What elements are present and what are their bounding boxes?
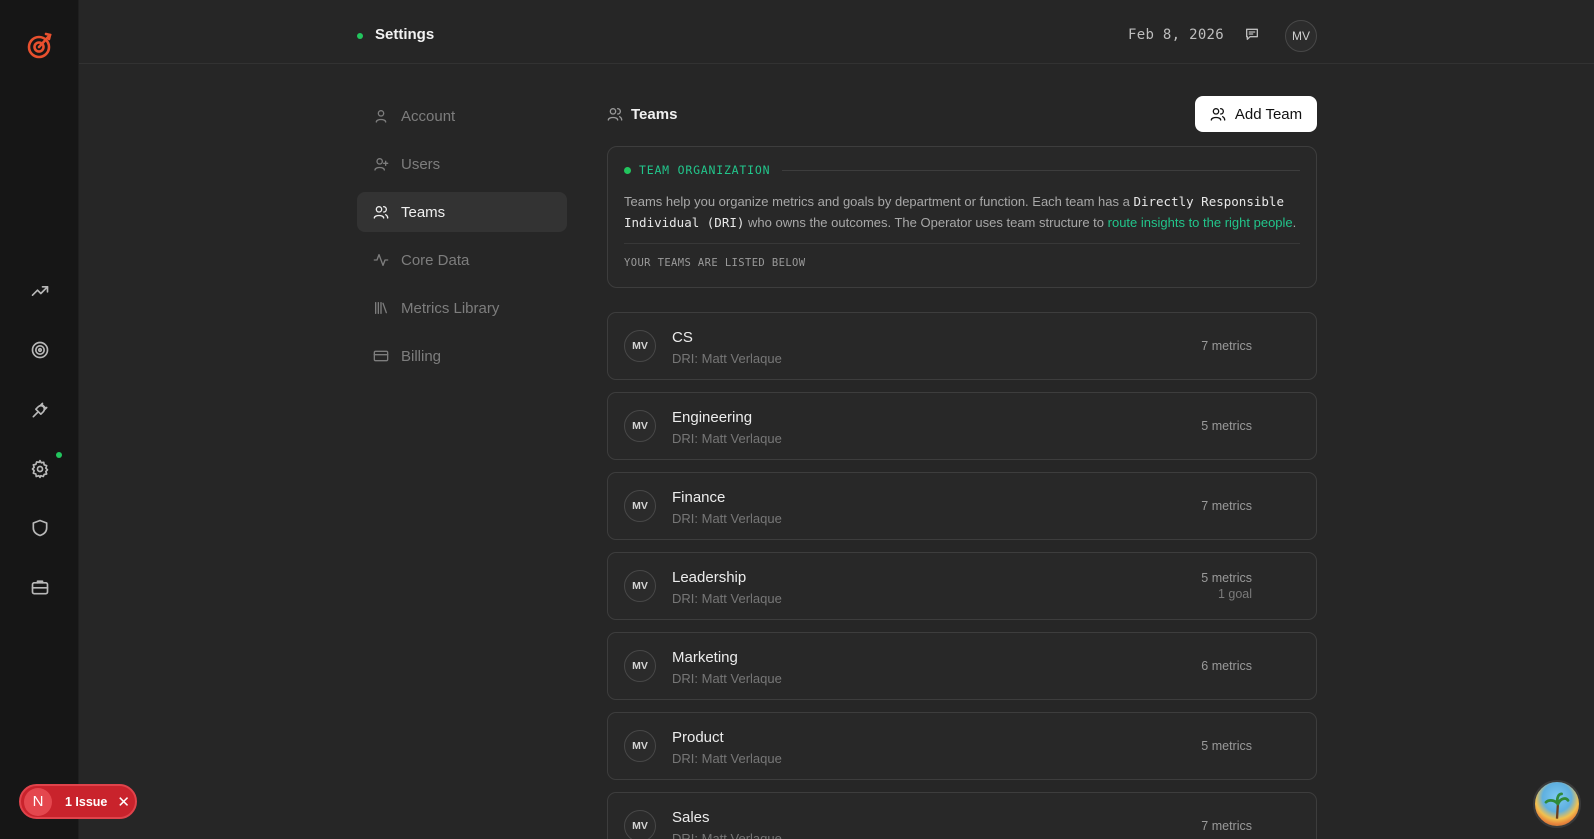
team-dri: DRI: Matt Verlaque xyxy=(672,831,782,839)
user-icon xyxy=(375,110,387,123)
team-metrics-count: 7 metrics xyxy=(1201,339,1252,353)
info-divider xyxy=(624,243,1300,244)
team-avatar: MV xyxy=(624,410,656,442)
status-dot xyxy=(357,33,363,39)
team-dri: DRI: Matt Verlaque xyxy=(672,751,782,766)
settings-nav-core-data[interactable]: Core Data xyxy=(357,240,567,280)
settings-nav: Account Users Teams Core Data Metrics Li… xyxy=(357,96,567,384)
teams-panel: Teams Add Team TEAM ORGANIZATION Teams h… xyxy=(607,96,1317,839)
settings-nav-metrics-library[interactable]: Metrics Library xyxy=(357,288,567,328)
settings-nav-label: Core Data xyxy=(401,251,470,269)
team-metrics-count: 7 metrics xyxy=(1201,499,1252,513)
team-name: Finance xyxy=(672,489,726,506)
settings-nav-label: Teams xyxy=(401,203,446,221)
team-goals-count: 1 goal xyxy=(1217,587,1252,601)
user-avatar[interactable]: MV xyxy=(1285,20,1317,52)
team-name: Sales xyxy=(672,809,710,826)
heading-rule xyxy=(782,169,1300,171)
add-team-button[interactable]: Add Team xyxy=(1195,96,1317,132)
issue-badge[interactable]: N 1 Issue ✕ xyxy=(19,784,137,819)
app-rail xyxy=(0,0,79,839)
team-avatar: MV xyxy=(624,730,656,762)
info-text-3: . xyxy=(1292,215,1297,230)
team-metrics-count: 7 metrics xyxy=(1201,819,1252,833)
team-row[interactable]: MV Leadership DRI: Matt Verlaque 5 metri… xyxy=(607,552,1317,620)
gear-icon[interactable] xyxy=(29,458,51,480)
target-logo-icon[interactable] xyxy=(26,30,54,60)
users-icon xyxy=(607,108,623,121)
issue-letter-icon: N xyxy=(24,787,52,816)
team-metrics-count: 5 metrics xyxy=(1201,571,1252,585)
settings-nav-label: Users xyxy=(401,155,441,173)
team-name: Leadership xyxy=(672,569,747,586)
credit-card-icon xyxy=(373,350,389,362)
settings-nav-label: Metrics Library xyxy=(401,299,500,317)
team-row[interactable]: MV Finance DRI: Matt Verlaque 7 metrics xyxy=(607,472,1317,540)
teams-list: MV CS DRI: Matt Verlaque 7 metrics MV En… xyxy=(607,312,1317,839)
settings-nav-billing[interactable]: Billing xyxy=(357,336,567,376)
team-avatar: MV xyxy=(624,810,656,839)
team-dri: DRI: Matt Verlaque xyxy=(672,591,782,606)
add-team-label: Add Team xyxy=(1234,105,1303,123)
team-row[interactable]: MV Sales DRI: Matt Verlaque 7 metrics xyxy=(607,792,1317,839)
team-row[interactable]: MV Marketing DRI: Matt Verlaque 6 metric… xyxy=(607,632,1317,700)
heading-dot xyxy=(624,166,631,174)
section-title: Teams xyxy=(631,105,678,123)
team-dri: DRI: Matt Verlaque xyxy=(672,511,782,526)
info-heading: TEAM ORGANIZATION xyxy=(624,163,1300,177)
team-metrics-count: 5 metrics xyxy=(1201,419,1252,433)
briefcase-icon[interactable] xyxy=(29,576,51,598)
team-metrics-count: 5 metrics xyxy=(1201,739,1252,753)
team-avatar: MV xyxy=(624,650,656,682)
users-icon xyxy=(373,206,389,219)
info-text-2: who owns the outcomes. The Operator uses… xyxy=(744,215,1108,230)
team-organization-card: TEAM ORGANIZATION Teams help you organiz… xyxy=(607,146,1317,288)
team-dri: DRI: Matt Verlaque xyxy=(672,431,782,446)
team-avatar: MV xyxy=(624,330,656,362)
users-icon xyxy=(1210,108,1226,121)
team-row[interactable]: MV CS DRI: Matt Verlaque 7 metrics xyxy=(607,312,1317,380)
settings-status-dot xyxy=(56,452,62,458)
current-date: Feb 8, 2026 xyxy=(1128,27,1225,43)
team-name: Engineering xyxy=(672,409,753,426)
target-icon[interactable] xyxy=(29,339,51,361)
page-title: Settings xyxy=(375,26,435,43)
team-avatar: MV xyxy=(624,570,656,602)
assistant-avatar-icon[interactable] xyxy=(1533,780,1581,828)
team-metrics-count: 6 metrics xyxy=(1201,659,1252,673)
info-footer: YOUR TEAMS ARE LISTED BELOW xyxy=(624,257,806,269)
info-body: Teams help you organize metrics and goal… xyxy=(624,191,1300,233)
team-name: CS xyxy=(672,329,693,346)
route-insights-link[interactable]: route insights to the right people xyxy=(1108,215,1293,230)
team-row[interactable]: MV Engineering DRI: Matt Verlaque 5 metr… xyxy=(607,392,1317,460)
settings-nav-label: Billing xyxy=(401,347,442,365)
message-icon[interactable] xyxy=(1244,26,1262,44)
trending-up-icon[interactable] xyxy=(29,280,51,302)
library-icon xyxy=(375,302,387,314)
team-dri: DRI: Matt Verlaque xyxy=(672,671,782,686)
user-plus-icon xyxy=(374,158,389,171)
shield-icon[interactable] xyxy=(29,517,51,539)
palm-tree-icon xyxy=(1544,792,1570,819)
settings-nav-label: Account xyxy=(401,107,456,125)
team-name: Product xyxy=(672,729,724,746)
issue-count: 1 Issue xyxy=(65,794,108,809)
settings-nav-account[interactable]: Account xyxy=(357,96,567,136)
activity-icon xyxy=(373,254,389,266)
team-dri: DRI: Matt Verlaque xyxy=(672,351,782,366)
team-row[interactable]: MV Product DRI: Matt Verlaque 5 metrics xyxy=(607,712,1317,780)
info-text-1: Teams help you organize metrics and goal… xyxy=(624,194,1134,209)
settings-nav-teams[interactable]: Teams xyxy=(357,192,567,232)
top-bar: Settings Feb 8, 2026 MV xyxy=(79,0,1594,64)
team-stats: 5 metrics 1 goal xyxy=(1201,570,1252,602)
team-avatar: MV xyxy=(624,490,656,522)
info-heading-text: TEAM ORGANIZATION xyxy=(639,163,771,177)
settings-nav-users[interactable]: Users xyxy=(357,144,567,184)
team-name: Marketing xyxy=(672,649,738,666)
close-icon[interactable]: ✕ xyxy=(117,793,130,811)
plug-icon[interactable] xyxy=(29,399,51,421)
